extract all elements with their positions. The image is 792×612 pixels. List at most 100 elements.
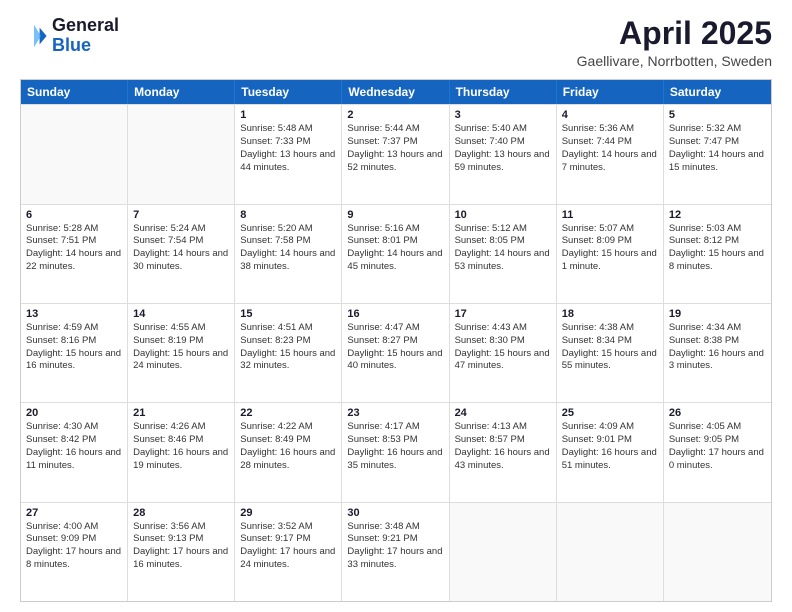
day-number: 28 xyxy=(133,507,229,519)
day-number: 4 xyxy=(562,109,658,121)
daylight-text: Daylight: 15 hours and 55 minutes. xyxy=(562,348,658,374)
day-cell-22: 22Sunrise: 4:22 AMSunset: 8:49 PMDayligh… xyxy=(235,403,342,501)
logo-general: General xyxy=(52,15,119,35)
day-cell-30: 30Sunrise: 3:48 AMSunset: 9:21 PMDayligh… xyxy=(342,503,449,601)
sunset-text: Sunset: 9:13 PM xyxy=(133,533,229,546)
day-cell-6: 6Sunrise: 5:28 AMSunset: 7:51 PMDaylight… xyxy=(21,205,128,303)
sunset-text: Sunset: 8:34 PM xyxy=(562,335,658,348)
day-cell-4: 4Sunrise: 5:36 AMSunset: 7:44 PMDaylight… xyxy=(557,105,664,203)
sunset-text: Sunset: 8:01 PM xyxy=(347,235,443,248)
logo-text: General Blue xyxy=(52,16,119,56)
day-number: 26 xyxy=(669,407,766,419)
calendar-row-0: 1Sunrise: 5:48 AMSunset: 7:33 PMDaylight… xyxy=(21,104,771,203)
day-number: 2 xyxy=(347,109,443,121)
daylight-text: Daylight: 15 hours and 47 minutes. xyxy=(455,348,551,374)
sunset-text: Sunset: 7:44 PM xyxy=(562,136,658,149)
empty-cell-4-6 xyxy=(664,503,771,601)
day-number: 29 xyxy=(240,507,336,519)
day-cell-3: 3Sunrise: 5:40 AMSunset: 7:40 PMDaylight… xyxy=(450,105,557,203)
day-number: 11 xyxy=(562,209,658,221)
day-number: 27 xyxy=(26,507,122,519)
sunset-text: Sunset: 9:09 PM xyxy=(26,533,122,546)
daylight-text: Daylight: 14 hours and 22 minutes. xyxy=(26,248,122,274)
day-cell-10: 10Sunrise: 5:12 AMSunset: 8:05 PMDayligh… xyxy=(450,205,557,303)
daylight-text: Daylight: 17 hours and 33 minutes. xyxy=(347,546,443,572)
title-location: Gaellivare, Norrbotten, Sweden xyxy=(577,53,772,69)
daylight-text: Daylight: 17 hours and 16 minutes. xyxy=(133,546,229,572)
sunset-text: Sunset: 9:17 PM xyxy=(240,533,336,546)
day-cell-16: 16Sunrise: 4:47 AMSunset: 8:27 PMDayligh… xyxy=(342,304,449,402)
sunrise-text: Sunrise: 4:00 AM xyxy=(26,521,122,534)
day-number: 6 xyxy=(26,209,122,221)
sunrise-text: Sunrise: 5:36 AM xyxy=(562,123,658,136)
sunset-text: Sunset: 7:37 PM xyxy=(347,136,443,149)
calendar-row-2: 13Sunrise: 4:59 AMSunset: 8:16 PMDayligh… xyxy=(21,303,771,402)
empty-cell-0-0 xyxy=(21,105,128,203)
sunset-text: Sunset: 8:12 PM xyxy=(669,235,766,248)
header: General Blue April 2025 Gaellivare, Norr… xyxy=(20,16,772,69)
sunrise-text: Sunrise: 4:13 AM xyxy=(455,421,551,434)
sunset-text: Sunset: 8:05 PM xyxy=(455,235,551,248)
day-number: 21 xyxy=(133,407,229,419)
sunrise-text: Sunrise: 4:30 AM xyxy=(26,421,122,434)
empty-cell-0-1 xyxy=(128,105,235,203)
sunset-text: Sunset: 8:57 PM xyxy=(455,434,551,447)
title-month: April 2025 xyxy=(577,16,772,51)
sunset-text: Sunset: 8:38 PM xyxy=(669,335,766,348)
sunrise-text: Sunrise: 3:56 AM xyxy=(133,521,229,534)
sunset-text: Sunset: 9:01 PM xyxy=(562,434,658,447)
sunset-text: Sunset: 7:54 PM xyxy=(133,235,229,248)
day-number: 9 xyxy=(347,209,443,221)
sunrise-text: Sunrise: 3:48 AM xyxy=(347,521,443,534)
sunrise-text: Sunrise: 5:16 AM xyxy=(347,223,443,236)
sunrise-text: Sunrise: 5:12 AM xyxy=(455,223,551,236)
day-number: 7 xyxy=(133,209,229,221)
sunrise-text: Sunrise: 4:51 AM xyxy=(240,322,336,335)
logo-blue: Blue xyxy=(52,35,91,55)
daylight-text: Daylight: 16 hours and 19 minutes. xyxy=(133,447,229,473)
daylight-text: Daylight: 16 hours and 51 minutes. xyxy=(562,447,658,473)
daylight-text: Daylight: 16 hours and 3 minutes. xyxy=(669,348,766,374)
daylight-text: Daylight: 14 hours and 30 minutes. xyxy=(133,248,229,274)
daylight-text: Daylight: 17 hours and 8 minutes. xyxy=(26,546,122,572)
header-day-monday: Monday xyxy=(128,80,235,104)
day-number: 5 xyxy=(669,109,766,121)
day-cell-24: 24Sunrise: 4:13 AMSunset: 8:57 PMDayligh… xyxy=(450,403,557,501)
day-cell-11: 11Sunrise: 5:07 AMSunset: 8:09 PMDayligh… xyxy=(557,205,664,303)
day-cell-17: 17Sunrise: 4:43 AMSunset: 8:30 PMDayligh… xyxy=(450,304,557,402)
day-cell-7: 7Sunrise: 5:24 AMSunset: 7:54 PMDaylight… xyxy=(128,205,235,303)
day-cell-26: 26Sunrise: 4:05 AMSunset: 9:05 PMDayligh… xyxy=(664,403,771,501)
logo-icon xyxy=(20,22,48,50)
day-number: 10 xyxy=(455,209,551,221)
daylight-text: Daylight: 13 hours and 59 minutes. xyxy=(455,149,551,175)
daylight-text: Daylight: 15 hours and 1 minute. xyxy=(562,248,658,274)
page: General Blue April 2025 Gaellivare, Norr… xyxy=(0,0,792,612)
sunrise-text: Sunrise: 5:48 AM xyxy=(240,123,336,136)
daylight-text: Daylight: 15 hours and 32 minutes. xyxy=(240,348,336,374)
sunset-text: Sunset: 7:47 PM xyxy=(669,136,766,149)
daylight-text: Daylight: 15 hours and 16 minutes. xyxy=(26,348,122,374)
day-number: 22 xyxy=(240,407,336,419)
header-day-wednesday: Wednesday xyxy=(342,80,449,104)
day-cell-2: 2Sunrise: 5:44 AMSunset: 7:37 PMDaylight… xyxy=(342,105,449,203)
day-cell-19: 19Sunrise: 4:34 AMSunset: 8:38 PMDayligh… xyxy=(664,304,771,402)
day-cell-13: 13Sunrise: 4:59 AMSunset: 8:16 PMDayligh… xyxy=(21,304,128,402)
sunrise-text: Sunrise: 3:52 AM xyxy=(240,521,336,534)
sunrise-text: Sunrise: 4:55 AM xyxy=(133,322,229,335)
sunset-text: Sunset: 8:19 PM xyxy=(133,335,229,348)
sunset-text: Sunset: 7:58 PM xyxy=(240,235,336,248)
sunrise-text: Sunrise: 4:38 AM xyxy=(562,322,658,335)
sunrise-text: Sunrise: 4:59 AM xyxy=(26,322,122,335)
sunset-text: Sunset: 7:33 PM xyxy=(240,136,336,149)
sunset-text: Sunset: 8:30 PM xyxy=(455,335,551,348)
day-number: 19 xyxy=(669,308,766,320)
sunrise-text: Sunrise: 5:03 AM xyxy=(669,223,766,236)
calendar-row-4: 27Sunrise: 4:00 AMSunset: 9:09 PMDayligh… xyxy=(21,502,771,601)
sunrise-text: Sunrise: 4:47 AM xyxy=(347,322,443,335)
day-number: 8 xyxy=(240,209,336,221)
daylight-text: Daylight: 14 hours and 15 minutes. xyxy=(669,149,766,175)
daylight-text: Daylight: 15 hours and 8 minutes. xyxy=(669,248,766,274)
sunrise-text: Sunrise: 4:22 AM xyxy=(240,421,336,434)
sunset-text: Sunset: 9:05 PM xyxy=(669,434,766,447)
day-cell-21: 21Sunrise: 4:26 AMSunset: 8:46 PMDayligh… xyxy=(128,403,235,501)
